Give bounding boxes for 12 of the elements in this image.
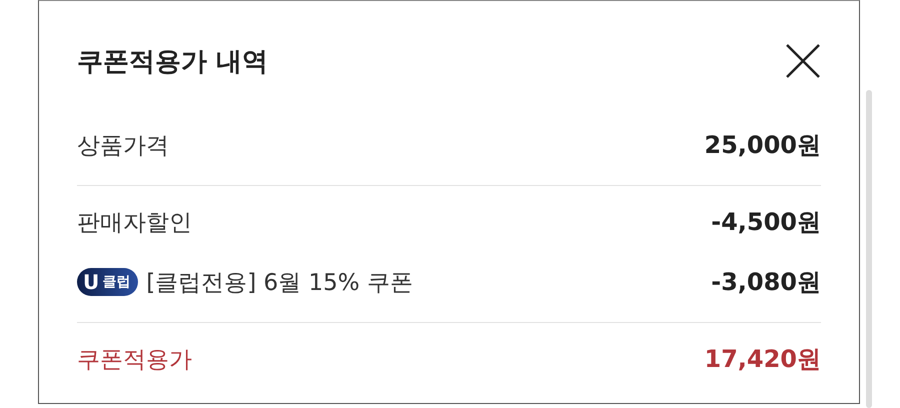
dialog-title: 쿠폰적용가 내역 xyxy=(77,46,268,78)
row-amount: -4,500원 xyxy=(711,207,821,238)
scrollbar[interactable] xyxy=(866,90,872,408)
coupon-label: [클럽전용] 6월 15% 쿠폰 xyxy=(146,268,413,298)
row-amount: -3,080원 xyxy=(711,267,821,298)
club-badge: U 클럽 xyxy=(77,268,138,296)
close-icon xyxy=(785,43,821,79)
row-amount: 25,000원 xyxy=(704,130,821,161)
row-label: 상품가격 xyxy=(77,132,169,160)
row-label: 판매자할인 xyxy=(77,208,192,238)
row-label: 쿠폰적용가 xyxy=(77,346,192,374)
row-amount: 17,420원 xyxy=(704,344,821,375)
